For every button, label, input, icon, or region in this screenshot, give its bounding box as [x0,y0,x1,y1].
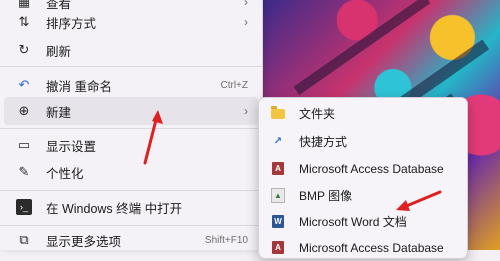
more-options-icon: ⧉ [19,232,29,247]
submenu-item-word-document[interactable]: W Microsoft Word 文档 [263,208,463,235]
menu-item-open-terminal[interactable]: ›_ 在 Windows 终端 中打开 [4,193,258,221]
submenu-item-folder[interactable]: 文件夹 [263,100,463,127]
menu-item-personalize[interactable]: ✎ 个性化 [4,158,258,186]
submenu-item-access-database-2[interactable]: A Microsoft Access Database [263,234,463,261]
menu-item-refresh[interactable]: ↻ 刷新 [4,36,258,64]
refresh-icon: ↻ [18,42,30,57]
access-icon: A [271,241,285,255]
folder-icon [271,105,285,121]
menu-separator [0,66,262,67]
menu-separator [0,128,262,129]
menu-item-display-settings[interactable]: ▭ 显示设置 [4,131,258,159]
new-icon: ⊕ [18,103,30,118]
shortcut-icon: ↗ [273,136,283,147]
terminal-icon: ›_ [16,199,32,215]
submenu-item-bmp-image[interactable]: ▲ BMP 图像 [263,182,463,209]
new-submenu: 文件夹 ↗ 快捷方式 A Microsoft Access Database ▲… [258,97,468,259]
submenu-item-shortcut[interactable]: ↗ 快捷方式 [263,128,463,155]
display-settings-icon: ▭ [17,137,31,152]
submenu-item-access-database[interactable]: A Microsoft Access Database [263,155,463,182]
chevron-right-icon: › [244,104,248,118]
word-icon: W [271,215,285,229]
menu-separator [0,190,262,191]
bmp-icon: ▲ [271,188,285,203]
undo-icon: ↶ [18,77,30,92]
menu-item-new[interactable]: ⊕ 新建 › [4,97,258,125]
personalize-icon: ✎ [18,164,30,179]
access-icon: A [271,162,285,176]
menu-item-sort[interactable]: ⇅ 排序方式 › [4,8,258,36]
desktop-context-menu: ▦ 查看 › ⇅ 排序方式 › ↻ 刷新 ↶ 撤消 重命名 Ctrl+Z ⊕ 新… [0,0,263,250]
chevron-right-icon: › [244,15,248,29]
menu-item-undo-rename[interactable]: ↶ 撤消 重命名 Ctrl+Z [4,71,258,99]
sort-icon: ⇅ [18,14,30,29]
